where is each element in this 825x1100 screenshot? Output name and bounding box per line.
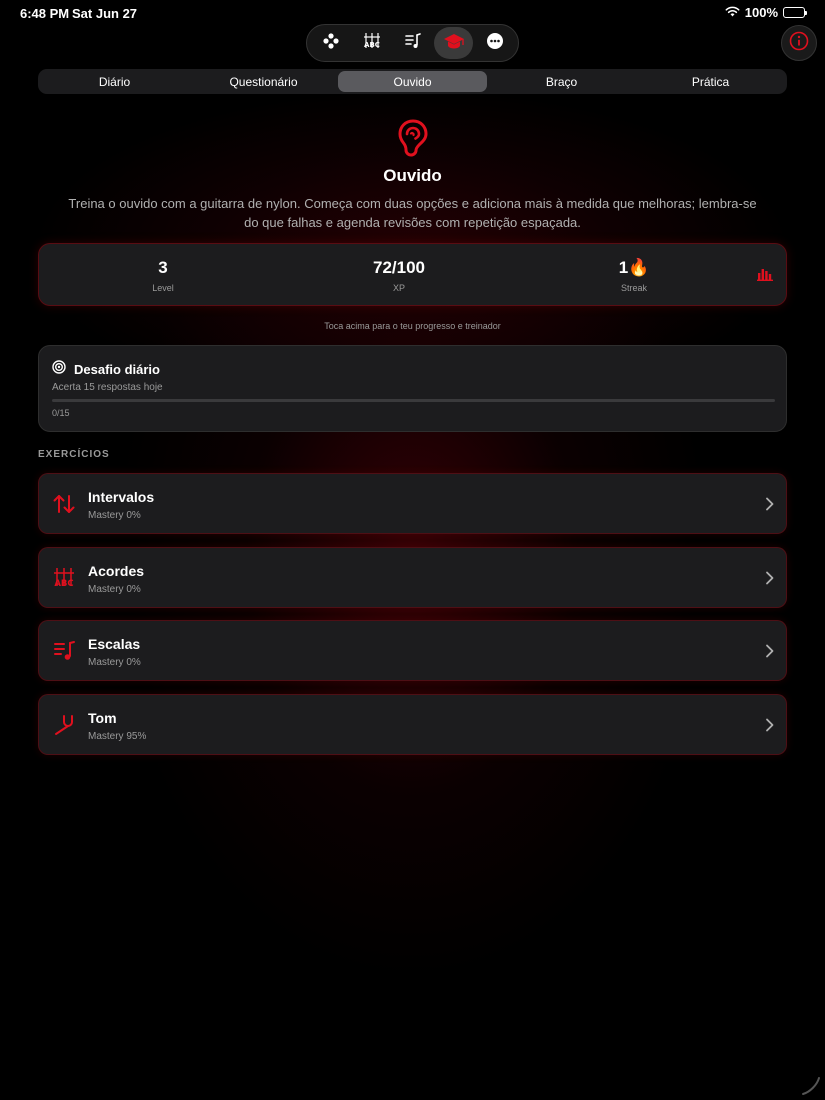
challenge-progress-bar (52, 399, 775, 402)
svg-text:ABC: ABC (364, 41, 380, 49)
target-icon (52, 360, 66, 379)
status-date: Sat Jun 27 (72, 6, 138, 21)
battery-percentage: 100% (744, 5, 778, 20)
challenge-title: Desafio diário (74, 362, 160, 377)
exercise-mastery: Mastery 0% (88, 584, 141, 595)
streak-value: 1🔥 (618, 258, 650, 277)
page-description: Treina o ouvido com a guitarra de nylon.… (68, 196, 757, 230)
gamepad-icon (322, 32, 340, 55)
top-toolbar: ABC (306, 24, 519, 62)
chevron-right-icon (765, 644, 774, 663)
info-icon (789, 31, 809, 56)
tab-ouvido[interactable]: Ouvido (338, 71, 487, 92)
exercise-mastery: Mastery 0% (88, 510, 141, 521)
exercise-mastery: Mastery 0% (88, 657, 141, 668)
toolbar-more-button[interactable] (475, 27, 514, 59)
tab-questionario[interactable]: Questionário (189, 71, 338, 92)
battery-icon (783, 7, 807, 18)
svg-text:ABC: ABC (54, 579, 73, 589)
stat-streak: 1🔥 Streak (574, 258, 694, 293)
chevron-right-icon (765, 718, 774, 737)
exercise-row-intervalos[interactable]: Intervalos Mastery 0% (38, 473, 787, 534)
xp-value: 72/100 (373, 258, 425, 277)
music-list-icon (52, 639, 76, 663)
music-list-icon (404, 32, 422, 55)
tab-braco[interactable]: Braço (487, 71, 636, 92)
exercise-name: Escalas (88, 636, 141, 652)
toolbar-scales-button[interactable] (393, 27, 432, 59)
toolbar-learn-button[interactable] (434, 27, 473, 59)
exercise-name: Tom (88, 710, 117, 726)
xp-label: XP (392, 283, 405, 293)
tab-bar: Diário Questionário Ouvido Braço Prática (38, 69, 787, 94)
exercise-row-escalas[interactable]: Escalas Mastery 0% (38, 620, 787, 681)
exercise-row-tom[interactable]: Tom Mastery 95% (38, 694, 787, 755)
chord-diagram-icon: ABC (362, 32, 382, 55)
wifi-icon (725, 5, 740, 20)
chevron-right-icon (765, 571, 774, 590)
ear-icon (396, 118, 430, 158)
graduation-cap-icon (443, 32, 465, 55)
tab-pratica[interactable]: Prática (636, 71, 785, 92)
page-title: Ouvido (383, 166, 442, 185)
chord-diagram-icon: ABC (52, 566, 76, 590)
tab-diario[interactable]: Diário (40, 71, 189, 92)
challenge-count: 0/15 (52, 408, 70, 418)
stat-level: 3 Level (103, 258, 223, 293)
challenge-subtitle: Acerta 15 respostas hoje (52, 382, 163, 393)
toolbar-games-button[interactable] (311, 27, 350, 59)
exercises-section-header: EXERCÍCIOS (38, 449, 110, 460)
status-time: 6:48 PM (20, 6, 70, 21)
exercise-name: Acordes (88, 563, 145, 579)
streak-label: Streak (620, 283, 647, 293)
level-label: Level (152, 283, 174, 293)
stat-xp: 72/100 XP (339, 258, 459, 293)
info-button[interactable] (781, 25, 817, 61)
toolbar-chords-button[interactable]: ABC (352, 27, 391, 59)
stats-card[interactable]: 3 Level 72/100 XP 1🔥 Streak (38, 243, 787, 306)
daily-challenge-card: Desafio diário Acerta 15 respostas hoje … (38, 345, 787, 432)
exercise-mastery: Mastery 95% (88, 731, 147, 742)
exercise-name: Intervalos (88, 489, 155, 505)
status-indicators: 100% (725, 5, 807, 20)
tuning-fork-icon (52, 713, 76, 737)
up-down-arrows-icon (52, 492, 76, 516)
chevron-right-icon (765, 497, 774, 516)
resize-corner-icon (800, 1075, 822, 1100)
stats-hint: Toca acima para o teu progresso e treina… (324, 321, 501, 331)
level-value: 3 (158, 258, 168, 277)
exercise-row-acordes[interactable]: ABC Acordes Mastery 0% (38, 547, 787, 608)
bar-chart-icon (757, 267, 773, 286)
ellipsis-icon (486, 32, 504, 55)
